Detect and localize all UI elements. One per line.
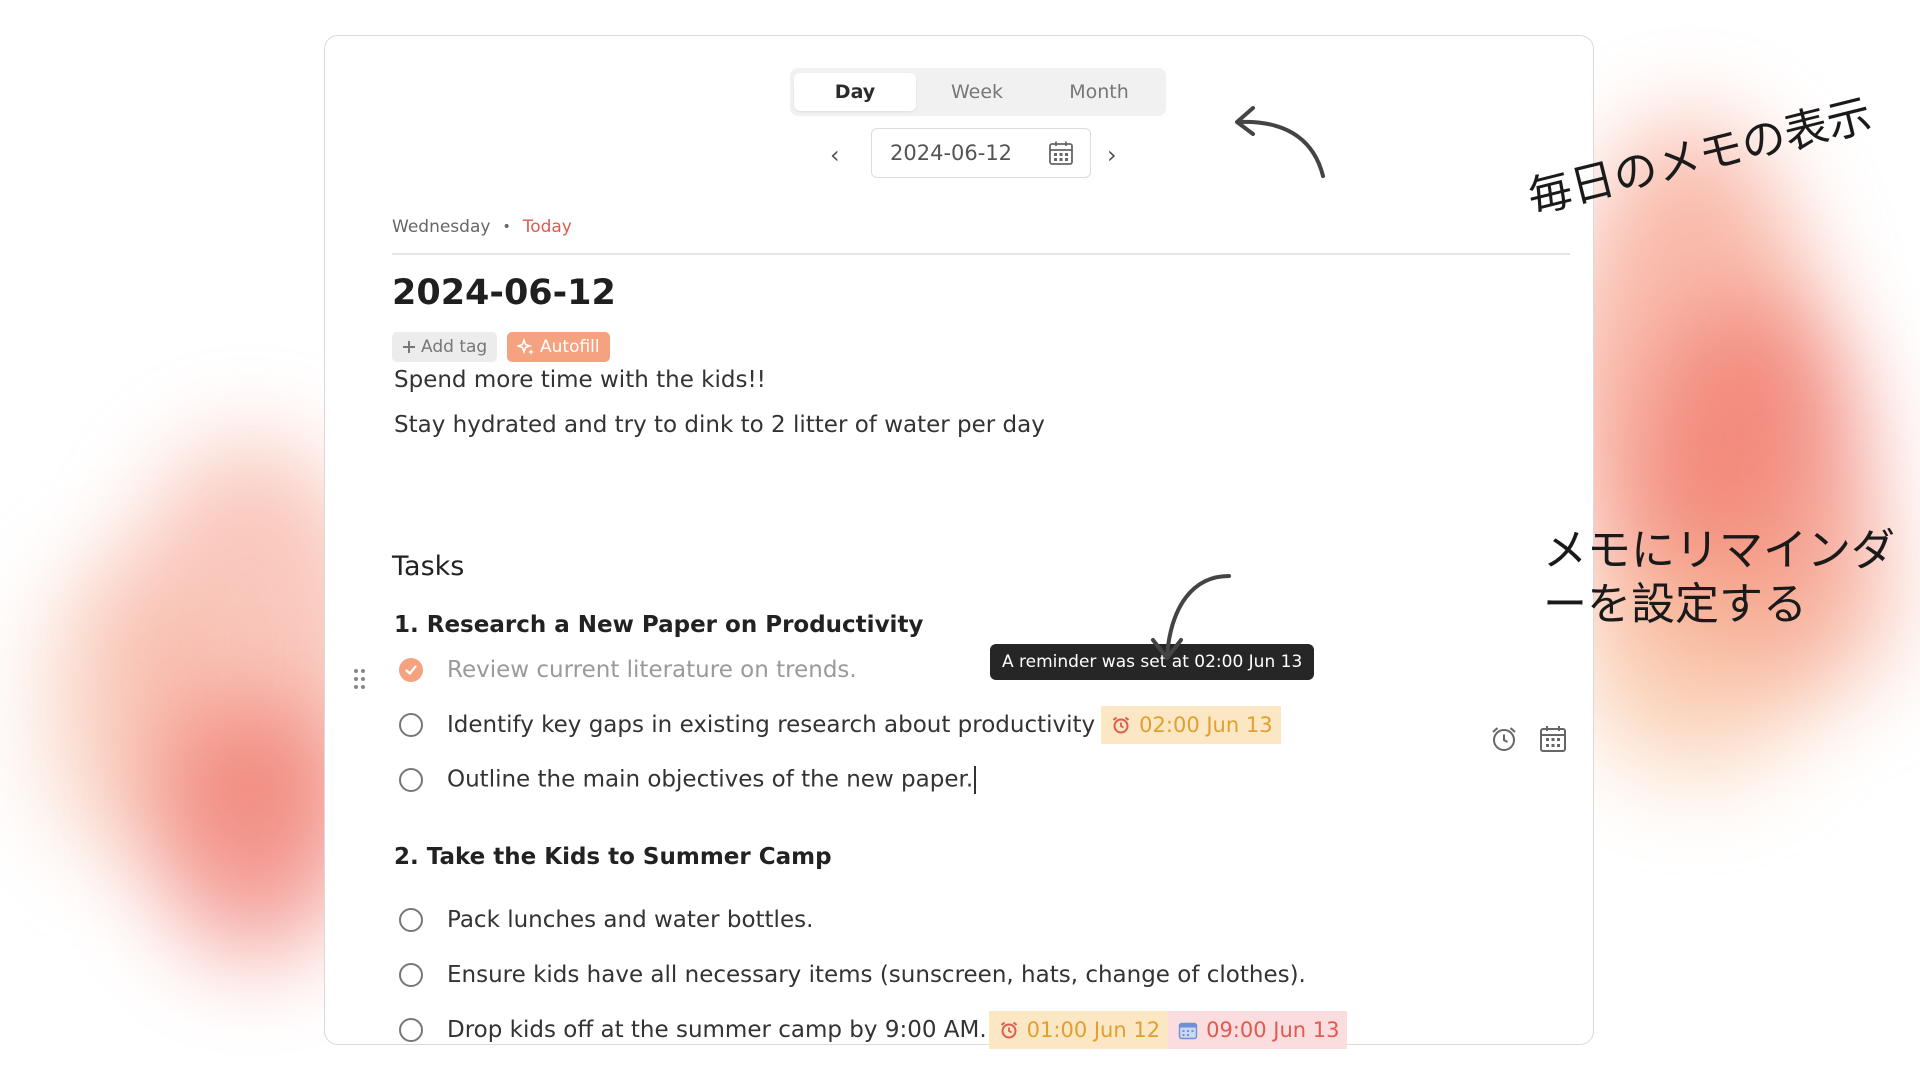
reminder-time: 01:00 Jun 12 xyxy=(1026,1018,1161,1042)
task-text[interactable]: Review current literature on trends. xyxy=(447,657,857,683)
task-checkbox[interactable] xyxy=(399,963,423,987)
reminder-time: 02:00 Jun 13 xyxy=(1139,713,1273,737)
text-caret xyxy=(974,766,977,794)
task-item: Outline the main objectives of the new p… xyxy=(399,760,977,800)
annotation-arrow xyxy=(1235,106,1325,178)
section-title: 2. Take the Kids to Summer Camp xyxy=(394,844,832,870)
task-item: Ensure kids have all necessary items (su… xyxy=(399,955,1306,995)
check-icon xyxy=(405,665,417,675)
date-input-value: 2024-06-12 xyxy=(890,141,1013,165)
weekday-label: Wednesday xyxy=(392,217,491,237)
drag-handle-icon[interactable] xyxy=(353,668,367,690)
task-item: Pack lunches and water bottles. xyxy=(399,900,813,940)
calendar-icon xyxy=(1178,1022,1198,1040)
tab-day[interactable]: Day xyxy=(794,73,916,111)
task-checkbox[interactable] xyxy=(399,1018,423,1042)
calendar-icon[interactable] xyxy=(1539,724,1567,754)
view-switcher: Day Week Month xyxy=(790,68,1166,116)
add-tag-button[interactable]: Add tag xyxy=(392,332,498,362)
add-tag-label: Add tag xyxy=(421,337,488,357)
today-label: Today xyxy=(522,217,572,237)
task-checkbox[interactable] xyxy=(399,658,423,682)
due-date-chip[interactable]: 09:00 Jun 13 xyxy=(1168,1011,1348,1049)
reminder-chip[interactable]: 02:00 Jun 13 xyxy=(1101,706,1281,744)
day-header: Wednesday • Today xyxy=(392,217,572,237)
task-text[interactable]: Drop kids off at the summer camp by 9:00… xyxy=(447,1017,987,1043)
task-checkbox[interactable] xyxy=(399,908,423,932)
task-item: Review current literature on trends. xyxy=(399,650,857,690)
alarm-icon xyxy=(1113,716,1130,734)
plus-icon xyxy=(403,341,415,353)
tab-month[interactable]: Month xyxy=(1038,73,1160,111)
task-item: Drop kids off at the summer camp by 9:00… xyxy=(399,1010,1348,1050)
task-text[interactable]: Identify key gaps in existing research a… xyxy=(447,712,1095,738)
task-text[interactable]: Outline the main objectives of the new p… xyxy=(447,766,977,794)
task-item: Identify key gaps in existing research a… xyxy=(399,705,1281,745)
task-text[interactable]: Pack lunches and water bottles. xyxy=(447,907,813,933)
alarm-icon xyxy=(1000,1021,1017,1039)
note-paragraph[interactable]: Stay hydrated and try to dink to 2 litte… xyxy=(394,412,1045,438)
alarm-icon[interactable] xyxy=(1489,724,1519,754)
annotation-reminder-line2: ーを設定する xyxy=(1543,579,1807,630)
autofill-button[interactable]: Autofill xyxy=(507,332,610,362)
tab-week[interactable]: Week xyxy=(916,73,1038,111)
task-text[interactable]: Ensure kids have all necessary items (su… xyxy=(447,962,1306,988)
tasks-heading: Tasks xyxy=(392,551,465,582)
divider xyxy=(392,253,1570,255)
note-card: Day Week Month ‹ 2024-06-12 › Wednesday … xyxy=(324,35,1895,1049)
autofill-label: Autofill xyxy=(540,337,600,357)
due-date-time: 09:00 Jun 13 xyxy=(1206,1018,1340,1042)
reminder-chip[interactable]: 01:00 Jun 12 xyxy=(988,1011,1169,1049)
next-day-button[interactable]: › xyxy=(1107,130,1117,180)
section-title: 1. Research a New Paper on Productivity xyxy=(394,612,924,638)
task-checkbox[interactable] xyxy=(399,713,423,737)
note-paragraph[interactable]: Spend more time with the kids!! xyxy=(394,367,766,393)
note-title[interactable]: 2024-06-12 xyxy=(392,273,616,313)
sparkle-icon xyxy=(517,338,534,355)
prev-day-button[interactable]: ‹ xyxy=(830,130,840,180)
date-input[interactable]: 2024-06-12 xyxy=(871,128,1091,178)
annotation-arrow xyxy=(1151,574,1231,660)
separator-dot: • xyxy=(502,219,511,235)
task-checkbox[interactable] xyxy=(399,768,423,792)
calendar-icon[interactable] xyxy=(1048,140,1074,166)
